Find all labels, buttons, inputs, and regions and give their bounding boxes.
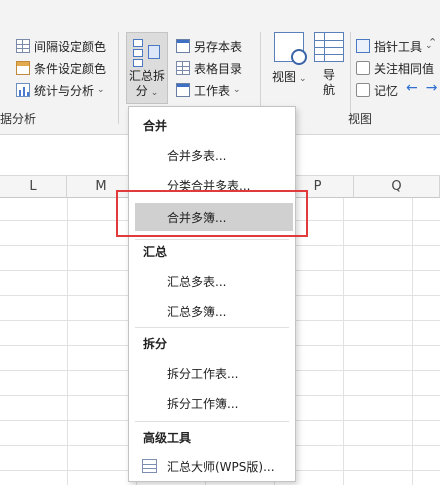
summarize-split-label-line2: 分 ⌄ bbox=[135, 84, 159, 98]
column-header-l[interactable]: L bbox=[0, 176, 67, 198]
statistics-label: 统计与分析 bbox=[34, 83, 95, 98]
summary-master-label: 汇总大师(WPS版)... bbox=[167, 459, 275, 474]
menu-group-advanced-tools: 高级工具 bbox=[143, 431, 192, 445]
interval-color-label: 间隔设定颜色 bbox=[34, 39, 107, 54]
save-as-button[interactable]: 另存本表 bbox=[176, 36, 242, 56]
summarize-split-button[interactable]: 汇总拆 分 ⌄ bbox=[126, 32, 168, 104]
memory-label: 记忆 bbox=[374, 83, 399, 98]
chevron-down-icon: ⌄ bbox=[150, 88, 159, 98]
menu-separator bbox=[135, 239, 289, 240]
menu-group-split: 拆分 bbox=[143, 337, 168, 351]
menu-item-split-sheet[interactable]: 拆分工作表... bbox=[130, 359, 294, 387]
menu-separator bbox=[135, 327, 289, 328]
menu-item-split-workbook[interactable]: 拆分工作簿... bbox=[130, 389, 294, 417]
save-as-label: 另存本表 bbox=[194, 39, 243, 54]
memory-icon bbox=[356, 83, 370, 97]
chevron-down-icon: ⌄ bbox=[299, 74, 307, 84]
navigation-label-line2: 航 bbox=[322, 83, 335, 97]
menu-group-summarize: 汇总 bbox=[143, 245, 168, 259]
chevron-down-icon: ⌄ bbox=[233, 85, 241, 95]
summarize-split-label-line1: 汇总拆 bbox=[128, 69, 165, 83]
condition-color-icon bbox=[16, 61, 30, 75]
menu-item-summarize-sheets[interactable]: 汇总多表... bbox=[130, 267, 294, 295]
nav-arrows: ← → bbox=[406, 80, 437, 96]
menu-item-summary-master[interactable]: 汇总大师(WPS版)... bbox=[130, 452, 294, 480]
view-button[interactable]: 视图 ⌄ bbox=[272, 32, 308, 85]
pointer-tool-icon bbox=[356, 39, 370, 53]
condition-color-button[interactable]: 条件设定颜色 bbox=[16, 58, 106, 78]
pointer-tool-button[interactable]: 指针工具 ⌄ bbox=[356, 36, 433, 56]
view-section-label: 视图 bbox=[348, 112, 373, 126]
view-label: 视图 ⌄ bbox=[272, 70, 307, 84]
interval-color-icon bbox=[16, 39, 30, 53]
navigation-icon bbox=[314, 32, 344, 62]
view-icon bbox=[274, 32, 308, 65]
worksheet-icon bbox=[176, 83, 190, 97]
pointer-tool-label: 指针工具 bbox=[374, 39, 423, 54]
focus-same-value-icon bbox=[356, 61, 370, 75]
summary-master-icon bbox=[142, 459, 157, 473]
annotation-highlight-box bbox=[116, 190, 308, 237]
condition-color-label: 条件设定颜色 bbox=[34, 61, 107, 76]
worksheet-button[interactable]: 工作表 ⌄ bbox=[176, 80, 241, 100]
statistics-icon bbox=[16, 83, 30, 97]
interval-color-button[interactable]: 间隔设定颜色 bbox=[16, 36, 106, 56]
column-header-q[interactable]: Q bbox=[354, 176, 440, 198]
memory-button[interactable]: 记忆 bbox=[356, 80, 398, 100]
collapse-ribbon-icon[interactable]: ⌃ bbox=[428, 36, 437, 49]
menu-separator bbox=[135, 421, 289, 422]
table-catalog-button[interactable]: 表格目录 bbox=[176, 58, 242, 78]
focus-same-value-label: 关注相同值 bbox=[374, 61, 435, 76]
save-as-icon bbox=[176, 39, 190, 53]
menu-group-merge: 合并 bbox=[143, 119, 168, 133]
chevron-down-icon: ⌄ bbox=[97, 85, 105, 95]
summarize-split-icon bbox=[133, 37, 161, 67]
back-arrow-icon[interactable]: ← bbox=[406, 80, 418, 96]
table-catalog-label: 表格目录 bbox=[194, 61, 243, 76]
ribbon-separator bbox=[118, 32, 119, 124]
navigation-button[interactable]: 导 航 bbox=[314, 32, 344, 98]
focus-same-value-button[interactable]: 关注相同值 bbox=[356, 58, 434, 78]
menu-item-merge-sheets[interactable]: 合并多表... bbox=[130, 141, 294, 169]
forward-arrow-icon[interactable]: → bbox=[426, 80, 438, 96]
summarize-split-menu: 合并 合并多表... 分类合并多表... 合并多簿... 汇总 汇总多表... … bbox=[128, 106, 296, 482]
statistics-button[interactable]: 统计与分析 ⌄ bbox=[16, 80, 105, 100]
data-analysis-section-label: 据分析 bbox=[0, 112, 37, 126]
table-catalog-icon bbox=[176, 61, 190, 75]
menu-item-summarize-workbooks[interactable]: 汇总多簿... bbox=[130, 297, 294, 325]
navigation-label-line1: 导 bbox=[322, 68, 335, 82]
worksheet-label: 工作表 bbox=[194, 83, 231, 98]
